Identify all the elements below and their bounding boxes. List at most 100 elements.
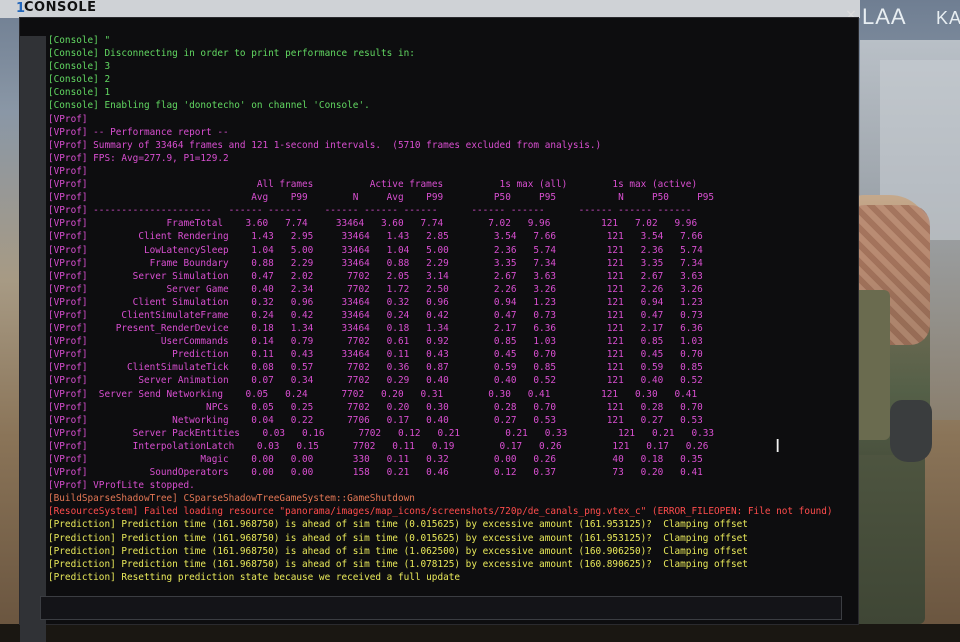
log-line: [VProf] Summary of 33464 frames and 121 … bbox=[48, 139, 858, 152]
log-text: --------------------- ------ ------ ----… bbox=[87, 205, 692, 217]
log-text: 1 bbox=[98, 87, 111, 99]
console-output[interactable]: [Console] " [Console] Disconnecting in or… bbox=[48, 34, 858, 610]
log-text: CSparseShadowTreeGameSystem::GameShutdow… bbox=[177, 493, 415, 505]
log-line: [VProf] Prediction 0.11 0.43 33464 0.11 … bbox=[48, 348, 858, 361]
log-tag: [Prediction] bbox=[48, 532, 116, 544]
log-line: [VProf] Server Simulation 0.47 2.02 7702… bbox=[48, 270, 858, 283]
log-text: Resetting prediction state because we re… bbox=[115, 571, 461, 583]
log-tag: [VProf] bbox=[48, 414, 88, 426]
log-tag: [VProf] bbox=[48, 467, 88, 479]
log-tag: [Prediction] bbox=[48, 545, 116, 557]
log-text: UserCommands 0.14 0.79 7702 0.61 0.92 0.… bbox=[87, 336, 703, 348]
log-line: [VProf] UserCommands 0.14 0.79 7702 0.61… bbox=[48, 335, 858, 348]
hud-name-label: KA bbox=[936, 8, 960, 28]
log-line: [VProf] Frame Boundary 0.88 2.29 33464 0… bbox=[48, 257, 858, 270]
log-text: Avg P99 N Avg P99 P50 P95 N P50 P95 bbox=[87, 192, 715, 204]
log-line: [VProf] LowLatencySleep 1.04 5.00 33464 … bbox=[48, 244, 858, 257]
log-line: [Prediction] Prediction time (161.968750… bbox=[48, 518, 858, 531]
log-text: NPCs 0.05 0.25 7702 0.20 0.30 0.28 0.70 … bbox=[87, 401, 703, 413]
log-line: [VProf] All frames Active frames 1s max … bbox=[48, 178, 858, 191]
log-line: [VProf] --------------------- ------ ---… bbox=[48, 204, 858, 217]
log-line: [VProf] Client Simulation 0.32 0.96 3346… bbox=[48, 296, 858, 309]
log-line: [VProf] Server PackEntities 0.03 0.16 77… bbox=[48, 427, 858, 440]
log-tag: [VProf] bbox=[48, 270, 88, 282]
console-input[interactable] bbox=[40, 596, 842, 620]
log-text: FrameTotal 3.60 7.74 33464 3.60 7.74 7.0… bbox=[87, 218, 698, 230]
log-text: Prediction time (161.968750) is ahead of… bbox=[115, 532, 748, 544]
log-tag: [Prediction] bbox=[48, 519, 116, 531]
log-line: [VProf] -- Performance report -- bbox=[48, 126, 858, 139]
log-line: [VProf] Server Send Networking 0.05 0.24… bbox=[48, 388, 858, 401]
log-tag: [Console] bbox=[48, 74, 99, 86]
log-text: -- Performance report -- bbox=[87, 126, 229, 138]
log-line: [VProf] VProfLite stopped. bbox=[48, 479, 858, 492]
log-text: Server Game 0.40 2.34 7702 1.72 2.50 2.2… bbox=[87, 283, 703, 295]
log-line: [Console] 2 bbox=[48, 73, 858, 86]
log-text: Client Rendering 1.43 2.95 33464 1.43 2.… bbox=[87, 231, 703, 243]
log-tag: [Prediction] bbox=[48, 571, 116, 583]
log-text: Magic 0.00 0.00 330 0.11 0.32 0.00 0.26 … bbox=[87, 454, 703, 465]
log-text: Networking 0.04 0.22 7706 0.17 0.40 0.27… bbox=[87, 414, 703, 426]
log-tag: [VProf] bbox=[48, 231, 88, 243]
log-tag: [VProf] bbox=[48, 283, 88, 295]
console-window: [Console] " [Console] Disconnecting in or… bbox=[20, 18, 858, 642]
log-line: [Prediction] Prediction time (161.968750… bbox=[48, 545, 858, 558]
log-tag: [ResourceSystem] bbox=[48, 506, 139, 518]
log-line: [VProf] Client Rendering 1.43 2.95 33464… bbox=[48, 230, 858, 243]
log-tag: [VProf] bbox=[48, 296, 88, 308]
log-line: [Console] Enabling flag 'donotecho' on c… bbox=[48, 99, 858, 112]
log-tag: [Console] bbox=[48, 100, 99, 112]
log-line: [Prediction] Resetting prediction state … bbox=[48, 571, 858, 584]
log-tag: [Console] bbox=[48, 48, 99, 60]
log-text: Disconnecting in order to print performa… bbox=[98, 48, 415, 60]
log-text: FPS: Avg=277.9, P1=129.2 bbox=[87, 152, 229, 164]
log-line: [Console] Disconnecting in order to prin… bbox=[48, 47, 858, 60]
log-tag: [VProf] bbox=[48, 126, 88, 138]
log-tag: [VProf] bbox=[48, 192, 88, 204]
log-tag: [VProf] bbox=[48, 375, 88, 387]
log-tag: [VProf] bbox=[48, 139, 88, 151]
log-tag: [VProf] bbox=[48, 257, 88, 269]
log-line: [VProf] bbox=[48, 165, 858, 178]
log-text: Frame Boundary 0.88 2.29 33464 0.88 2.29… bbox=[87, 257, 703, 269]
console-icon: 1 bbox=[16, 1, 26, 16]
text-cursor-icon: I bbox=[775, 436, 781, 457]
log-text: ClientSimulateFrame 0.24 0.42 33464 0.24… bbox=[87, 309, 703, 321]
log-text: SoundOperators 0.00 0.00 158 0.21 0.46 0… bbox=[87, 467, 703, 479]
log-tag: [VProf] bbox=[48, 388, 88, 400]
log-tag: [VProf] bbox=[48, 165, 88, 177]
log-tag: [VProf] bbox=[48, 401, 88, 413]
log-text: All frames Active frames 1s max (all) 1s… bbox=[87, 179, 698, 191]
log-tag: [VProf] bbox=[48, 205, 88, 217]
console-titlebar[interactable]: 1 CONSOLE bbox=[0, 0, 860, 18]
log-line: [ResourceSystem] Failed loading resource… bbox=[48, 505, 858, 518]
log-tag: [VProf] bbox=[48, 152, 88, 164]
log-line: [VProf] SoundOperators 0.00 0.00 158 0.2… bbox=[48, 466, 858, 479]
log-tag: [VProf] bbox=[48, 218, 88, 230]
log-text: Server Send Networking 0.05 0.24 7702 0.… bbox=[87, 388, 698, 400]
log-line: [Console] 3 bbox=[48, 60, 858, 73]
log-tag: [VProf] bbox=[48, 244, 88, 256]
log-tag: [BuildSparseShadowTree] bbox=[48, 493, 178, 505]
log-tag: [VProf] bbox=[48, 349, 88, 361]
log-line: [VProf] NPCs 0.05 0.25 7702 0.20 0.30 0.… bbox=[48, 401, 858, 414]
window-title: CONSOLE bbox=[24, 0, 97, 15]
log-text: LowLatencySleep 1.04 5.00 33464 1.04 5.0… bbox=[87, 244, 703, 256]
log-text: InterpolationLatch 0.03 0.15 7702 0.11 0… bbox=[87, 440, 709, 452]
log-line: [VProf] FrameTotal 3.60 7.74 33464 3.60 … bbox=[48, 217, 858, 230]
log-text: 3 bbox=[98, 61, 111, 73]
hud-team-label: LAA bbox=[862, 4, 907, 29]
log-tag: [VProf] bbox=[48, 480, 88, 492]
log-line: [VProf] bbox=[48, 113, 858, 126]
log-text: Present_RenderDevice 0.18 1.34 33464 0.1… bbox=[87, 323, 703, 335]
log-line: [VProf] Avg P99 N Avg P99 P50 P95 N P50 … bbox=[48, 191, 858, 204]
log-line: [VProf] Present_RenderDevice 0.18 1.34 3… bbox=[48, 322, 858, 335]
log-line: [VProf] Server Animation 0.07 0.34 7702 … bbox=[48, 374, 858, 387]
log-tag: [VProf] bbox=[48, 362, 88, 374]
log-line: [VProf] Magic 0.00 0.00 330 0.11 0.32 0.… bbox=[48, 453, 858, 466]
log-line: [Prediction] Prediction time (161.968750… bbox=[48, 532, 858, 545]
log-tag: [VProf] bbox=[48, 179, 88, 191]
log-line: [VProf] Server Game 0.40 2.34 7702 1.72 … bbox=[48, 283, 858, 296]
log-text: Prediction time (161.968750) is ahead of… bbox=[115, 519, 748, 531]
log-line: [VProf] InterpolationLatch 0.03 0.15 770… bbox=[48, 440, 858, 453]
